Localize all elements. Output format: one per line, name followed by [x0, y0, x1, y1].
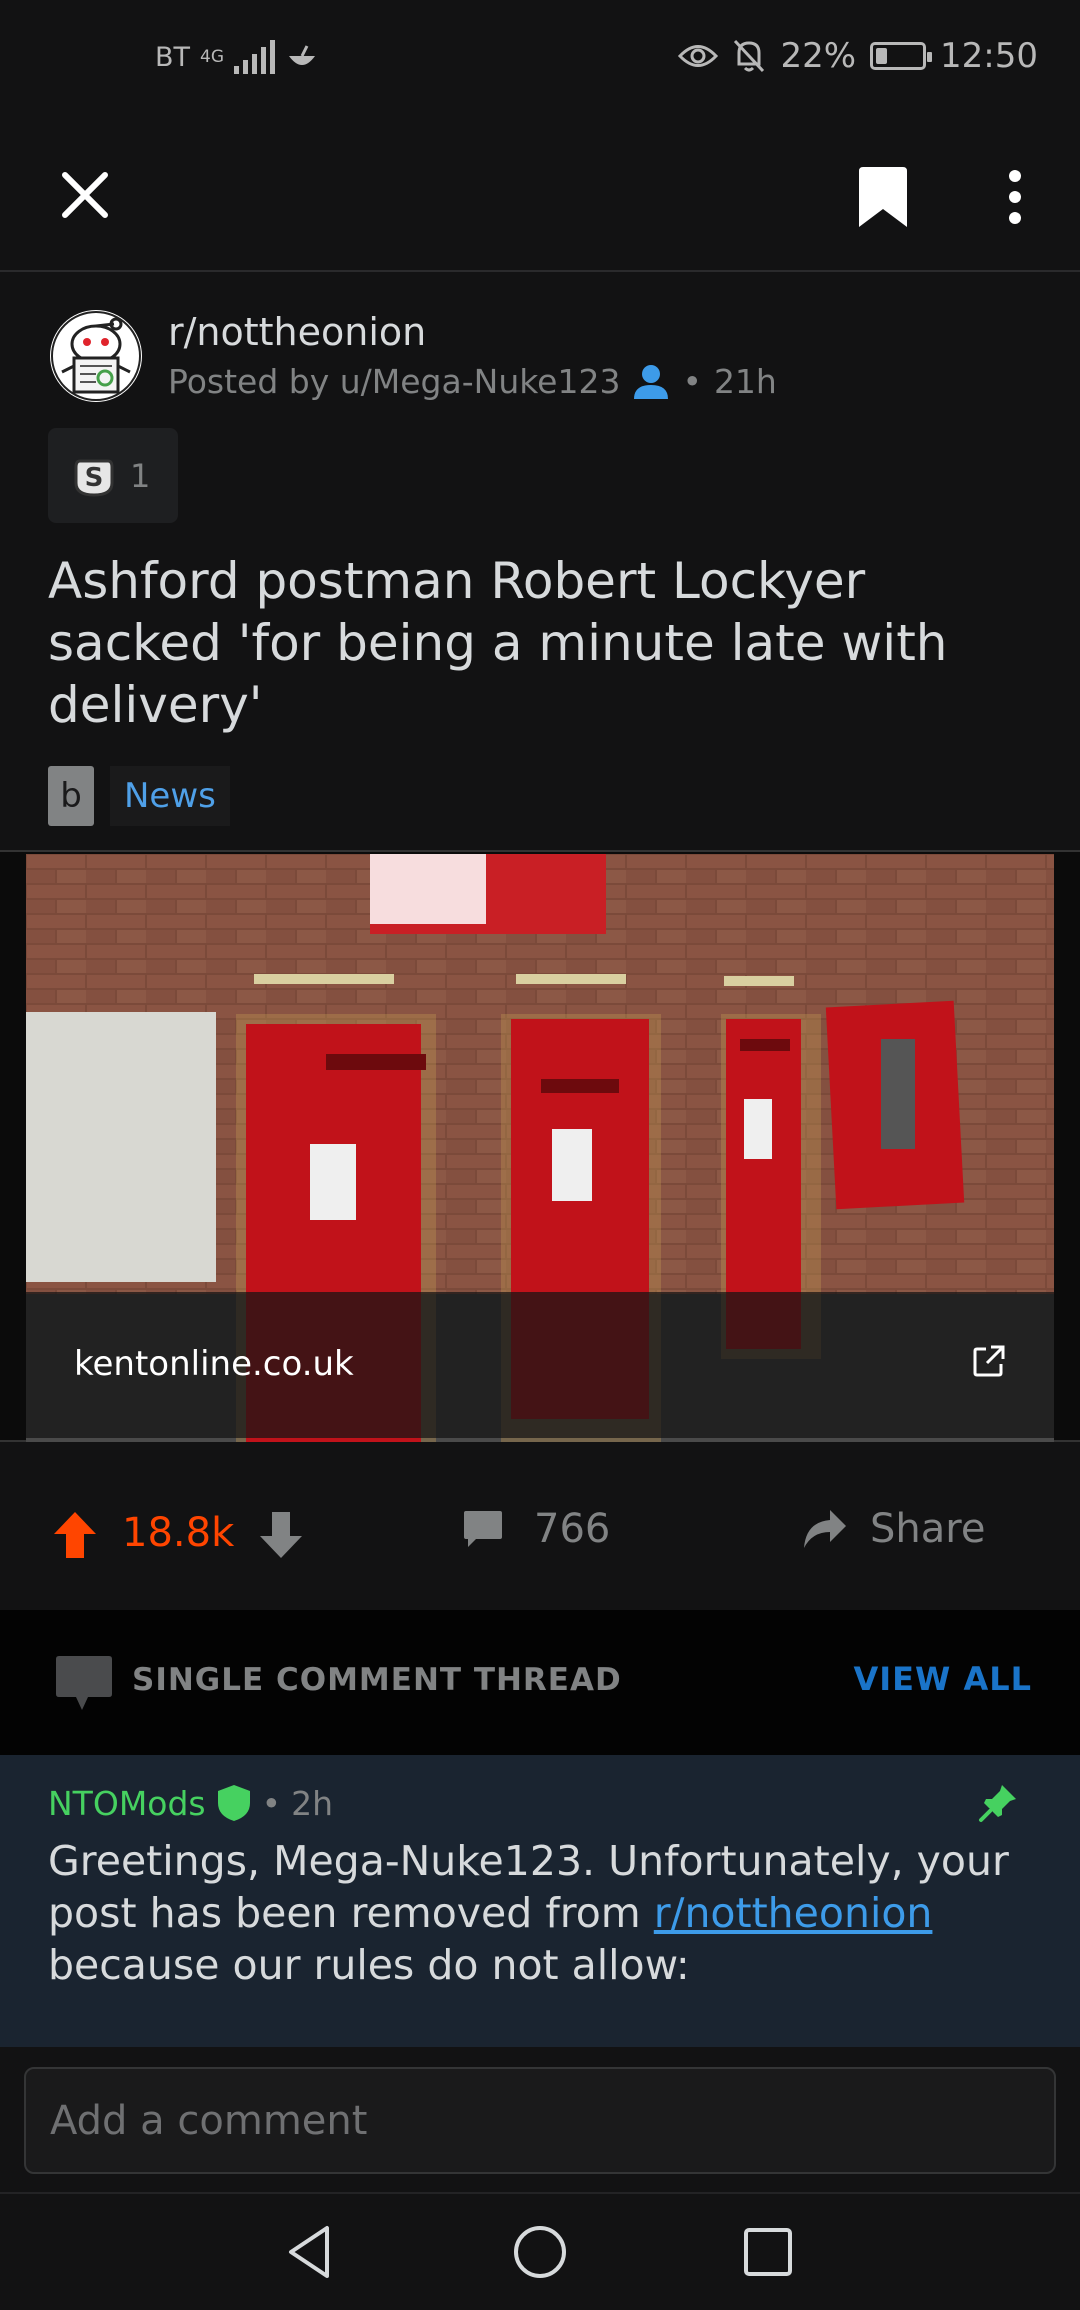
nav-back-icon[interactable]	[283, 2222, 343, 2282]
post-actions: 18.8k 766 Share	[0, 1460, 1080, 1610]
downvote-icon[interactable]	[258, 1510, 304, 1560]
post-meta: Posted by u/Mega-Nuke123 • 21h	[168, 362, 777, 401]
silver-award-icon: S	[74, 459, 114, 497]
comment-text-end: because our rules do not allow:	[48, 1941, 690, 1989]
comment-author[interactable]: NTOMods	[48, 1784, 206, 1823]
share-button[interactable]: Share	[802, 1506, 985, 1552]
comment-count: 766	[534, 1506, 611, 1552]
save-button[interactable]	[848, 152, 918, 242]
carrier-label: BT	[155, 41, 191, 73]
upvote-icon[interactable]	[52, 1510, 98, 1560]
link-caption: kentonline.co.uk	[26, 1292, 1054, 1438]
share-label: Share	[870, 1506, 986, 1552]
view-all-button[interactable]: VIEW ALL	[853, 1660, 1032, 1698]
single-thread-label: SINGLE COMMENT THREAD	[132, 1662, 622, 1698]
award-count: 1	[130, 456, 151, 495]
nav-home-icon[interactable]	[510, 2222, 570, 2282]
vote-score: 18.8k	[122, 1510, 235, 1556]
comment: NTOMods • 2h Greetings, Mega-Nuke123. Un…	[0, 1755, 1080, 2047]
comment-age: 2h	[291, 1783, 334, 1823]
link-preview[interactable]: kentonline.co.uk	[0, 850, 1080, 1442]
post-top-bar	[0, 120, 1080, 272]
close-button[interactable]	[50, 160, 120, 230]
subreddit-avatar[interactable]	[50, 310, 142, 402]
signal-icon	[234, 40, 276, 74]
svg-text:S: S	[85, 463, 104, 493]
system-nav-bar	[0, 2192, 1080, 2310]
subreddit-link[interactable]: r/nottheonion	[654, 1889, 933, 1937]
external-link-icon	[973, 1345, 1005, 1377]
bell-off-icon	[734, 39, 765, 73]
dot-separator: •	[682, 362, 702, 401]
more-vertical-icon	[1009, 170, 1021, 224]
single-thread-bar: SINGLE COMMENT THREAD VIEW ALL	[0, 1610, 1080, 1755]
battery-percent: 22%	[780, 36, 857, 76]
dot-separator: •	[261, 1783, 282, 1823]
comments-button[interactable]: 766	[462, 1506, 610, 1552]
status-bar: BT 4G 22% 12:50	[0, 0, 1080, 120]
battery-icon	[870, 42, 933, 70]
subreddit-name[interactable]: r/nottheonion	[168, 310, 426, 354]
add-comment-box[interactable]	[24, 2067, 1056, 2174]
comment-thread-icon	[56, 1656, 112, 1710]
network-type: 4G	[200, 46, 225, 67]
share-icon	[804, 1510, 846, 1548]
add-comment-input[interactable]	[26, 2069, 1054, 2172]
comment-body: Greetings, Mega-Nuke123. Unfortunately, …	[48, 1835, 1028, 1991]
moderator-shield-icon	[217, 1785, 250, 1821]
post-age: 21h	[713, 362, 777, 401]
bookmark-icon	[859, 167, 907, 227]
status-left: BT 4G	[155, 40, 319, 74]
award-badge[interactable]: S 1	[48, 428, 178, 523]
user-icon	[634, 364, 669, 399]
flair-icon: b	[48, 766, 94, 826]
nav-recents-icon[interactable]	[740, 2224, 796, 2280]
weather-icon	[289, 45, 316, 65]
close-icon	[62, 172, 108, 218]
more-options-button[interactable]	[980, 152, 1050, 242]
snoo-newspaper-icon	[51, 311, 141, 401]
clock: 12:50	[940, 36, 1038, 76]
link-domain: kentonline.co.uk	[74, 1344, 354, 1384]
post-author[interactable]: Posted by u/Mega-Nuke123	[168, 362, 620, 401]
post-title: Ashford postman Robert Lockyer sacked 'f…	[48, 552, 948, 734]
status-right: 22% 12:50	[678, 36, 1038, 76]
comment-icon	[464, 1511, 502, 1547]
post-flair[interactable]: News	[110, 766, 230, 826]
pin-icon	[979, 1785, 1016, 1822]
comment-meta: NTOMods • 2h	[48, 1783, 333, 1823]
eye-icon	[678, 45, 719, 67]
